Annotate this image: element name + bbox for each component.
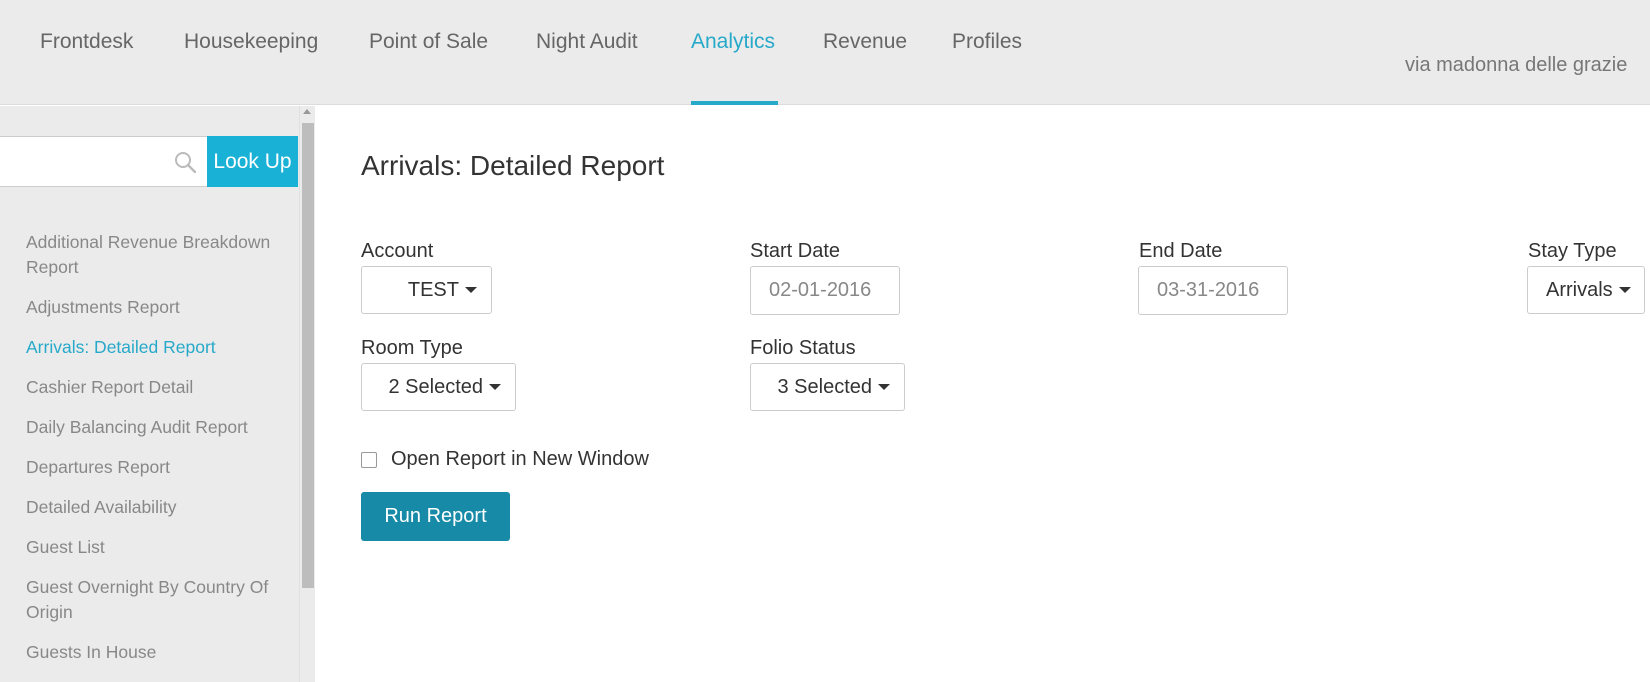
report-item-departures[interactable]: Departures Report bbox=[26, 455, 276, 480]
open-new-window-label[interactable]: Open Report in New Window bbox=[391, 448, 649, 471]
sidebar: Look Up Additional Revenue Breakdown Rep… bbox=[0, 106, 299, 682]
report-item-guest-overnight-country[interactable]: Guest Overnight By Country Of Origin bbox=[26, 575, 276, 625]
stay-type-dropdown[interactable]: Arrivals bbox=[1527, 266, 1645, 314]
report-list: Additional Revenue Breakdown Report Adju… bbox=[26, 230, 276, 680]
tab-profiles[interactable]: Profiles bbox=[952, 30, 1022, 54]
report-item-additional-revenue[interactable]: Additional Revenue Breakdown Report bbox=[26, 230, 276, 280]
run-report-button[interactable]: Run Report bbox=[361, 492, 510, 541]
top-navigation: Frontdesk Housekeeping Point of Sale Nig… bbox=[0, 0, 1650, 105]
folio-status-value: 3 Selected bbox=[777, 375, 872, 398]
search-input[interactable] bbox=[0, 137, 170, 186]
scrollbar-thumb[interactable] bbox=[302, 123, 314, 588]
caret-down-icon bbox=[465, 287, 477, 293]
end-date-label: End Date bbox=[1139, 240, 1223, 262]
start-date-input[interactable] bbox=[750, 266, 900, 315]
room-type-dropdown[interactable]: 2 Selected bbox=[361, 363, 516, 411]
folio-status-label: Folio Status bbox=[750, 337, 856, 359]
end-date-input[interactable] bbox=[1138, 266, 1288, 315]
scroll-up-arrow-icon[interactable] bbox=[303, 109, 311, 114]
look-up-button[interactable]: Look Up bbox=[207, 136, 298, 187]
report-item-detailed-availability[interactable]: Detailed Availability bbox=[26, 495, 276, 520]
tab-point-of-sale[interactable]: Point of Sale bbox=[369, 30, 488, 54]
report-item-adjustments[interactable]: Adjustments Report bbox=[26, 295, 276, 320]
report-item-arrivals-detailed[interactable]: Arrivals: Detailed Report bbox=[26, 335, 276, 360]
tab-revenue[interactable]: Revenue bbox=[823, 30, 907, 54]
account-value: TEST bbox=[407, 278, 459, 301]
tab-night-audit[interactable]: Night Audit bbox=[536, 30, 638, 54]
folio-status-dropdown[interactable]: 3 Selected bbox=[750, 363, 905, 411]
open-new-window-checkbox[interactable] bbox=[361, 452, 377, 468]
caret-down-icon bbox=[878, 384, 890, 390]
start-date-label: Start Date bbox=[750, 240, 841, 262]
caret-down-icon bbox=[1618, 287, 1631, 293]
room-type-value: 2 Selected bbox=[388, 375, 483, 398]
tab-analytics[interactable]: Analytics bbox=[691, 30, 775, 54]
active-tab-indicator bbox=[691, 101, 778, 105]
account-label: Account bbox=[361, 240, 434, 262]
report-item-daily-balancing[interactable]: Daily Balancing Audit Report bbox=[26, 415, 276, 440]
tab-housekeeping[interactable]: Housekeeping bbox=[184, 30, 318, 54]
tab-frontdesk[interactable]: Frontdesk bbox=[40, 30, 133, 54]
report-item-guest-list[interactable]: Guest List bbox=[26, 535, 276, 560]
caret-down-icon bbox=[489, 384, 501, 390]
room-type-label: Room Type bbox=[361, 337, 463, 359]
account-dropdown[interactable]: TEST bbox=[361, 266, 492, 314]
search-icon bbox=[175, 152, 196, 173]
property-name[interactable]: via madonna delle grazie bbox=[1405, 54, 1627, 77]
search-field-container bbox=[0, 136, 207, 187]
report-item-guests-in-house[interactable]: Guests In House bbox=[26, 640, 276, 665]
stay-type-value: Arrivals bbox=[1546, 278, 1613, 301]
stay-type-label: Stay Type bbox=[1528, 240, 1617, 262]
sidebar-scrollbar[interactable] bbox=[299, 106, 315, 682]
report-item-cashier-detail[interactable]: Cashier Report Detail bbox=[26, 375, 276, 400]
report-form: Arrivals: Detailed Report Account TEST S… bbox=[316, 106, 1650, 682]
page-title: Arrivals: Detailed Report bbox=[361, 150, 665, 181]
